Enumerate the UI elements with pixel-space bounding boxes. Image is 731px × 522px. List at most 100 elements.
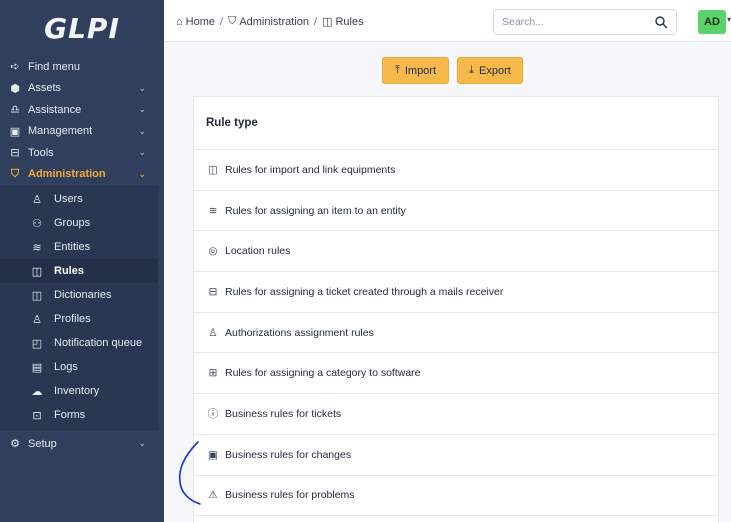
sidebar-item-forms[interactable]: ⊡ Forms [0, 403, 158, 427]
sidebar-item-label: Logs [54, 361, 78, 373]
clipboard-check-icon: ▣ [208, 448, 218, 461]
avatar[interactable]: AD [698, 10, 726, 34]
home-icon: ⌂ [176, 15, 183, 28]
sidebar-item-notification-queue[interactable]: ◰ Notification queue [0, 331, 158, 355]
rule-row-software-category[interactable]: ⊞ Rules for assigning a category to soft… [194, 353, 718, 395]
import-label: Import [404, 64, 437, 77]
rule-label: Authorizations assignment rules [225, 326, 374, 339]
shield-icon: ⛉ [10, 167, 20, 180]
logo-text: GLPI [44, 11, 120, 45]
rule-label: Business rules for problems [225, 489, 355, 502]
shield-icon: ⛉ [228, 15, 237, 27]
map-pin-icon: ◎ [208, 245, 218, 258]
rule-row-business-tickets[interactable]: ⓘ Business rules for tickets [194, 394, 718, 435]
sidebar-item-label: Notification queue [54, 337, 143, 349]
sidebar-item-label: Tools [28, 146, 54, 159]
sidebar-item-profiles[interactable]: ♙ Profiles [0, 307, 158, 331]
user-check-icon: ♙ [32, 313, 42, 326]
sidebar-item-management[interactable]: ▣ Management ⌄ [0, 121, 164, 143]
rule-label: Business rules for tickets [225, 407, 342, 420]
rule-type-card: Rule type ◫ Rules for import and link eq… [193, 96, 719, 522]
book-icon: ◫ [31, 265, 43, 278]
cloud-upload-icon: ☁ [31, 385, 43, 398]
sidebar-item-tools[interactable]: ⊟ Tools ⌄ [0, 142, 164, 164]
import-button[interactable]: ⤒ Import [382, 57, 449, 84]
sidebar-item-inventory[interactable]: ☁ Inventory [0, 379, 158, 403]
breadcrumb: ⌂ Home / ⛉ Administration / ◫ Rules [176, 15, 364, 28]
chevron-down-icon: ⌄ [138, 104, 146, 115]
chevron-down-icon: ⌄ [138, 82, 146, 93]
export-label: Export [479, 64, 511, 77]
rule-row-business-changes[interactable]: ▣ Business rules for changes [194, 435, 718, 476]
download-icon: ⤓ [469, 64, 475, 76]
sidebar-item-label: Groups [54, 217, 91, 229]
chevron-down-icon: ⌄ [138, 125, 146, 136]
sidebar-item-label: Users [54, 193, 83, 205]
forms-icon: ⊡ [32, 409, 42, 422]
inbox-icon: ⊟ [208, 285, 218, 298]
breadcrumb-separator: / [314, 15, 318, 28]
rule-label: Rules for assigning an item to an entity [225, 204, 406, 217]
user-check-icon: ♙ [208, 326, 218, 339]
breadcrumb-rules[interactable]: Rules [335, 16, 363, 28]
sidebar-item-label: Administration [28, 168, 106, 181]
breadcrumb-separator: / [220, 15, 224, 28]
annotation-bracket [178, 441, 201, 505]
search-box [493, 9, 677, 35]
sidebar-item-dictionaries[interactable]: ◫ Dictionaries [0, 283, 158, 307]
briefcase-icon: ⊟ [10, 147, 20, 160]
sidebar-item-logs[interactable]: ▤ Logs [0, 355, 158, 379]
sidebar-item-label: Assistance [28, 103, 82, 116]
sidebar-item-label: Assets [28, 82, 62, 95]
rule-row-import-link-equipments[interactable]: ◫ Rules for import and link equipments [194, 150, 718, 191]
top-bar: ⌂ Home / ⛉ Administration / ◫ Rules AD ▾ [164, 0, 731, 42]
sidebar-item-label: Entities [54, 241, 91, 253]
rule-label: Business rules for changes [225, 448, 352, 461]
sidebar-item-label: Dictionaries [54, 289, 112, 301]
sidebar-item-label: Management [28, 125, 93, 138]
sidebar-item-entities[interactable]: ≋ Entities [0, 235, 158, 259]
rule-row-mails-receiver[interactable]: ⊟ Rules for assigning a ticket created t… [194, 272, 718, 313]
rule-row-authorizations[interactable]: ♙ Authorizations assignment rules [194, 313, 718, 354]
rule-row-business-problems[interactable]: ⚠ Business rules for problems [194, 476, 718, 517]
card-title: Rule type [194, 97, 718, 150]
sidebar-item-label: Forms [54, 409, 86, 421]
sidebar-item-find-menu[interactable]: ➪ Find menu [0, 56, 164, 78]
breadcrumb-administration[interactable]: Administration [239, 16, 309, 28]
chevron-down-icon[interactable]: ▾ [727, 15, 731, 24]
chevron-down-icon: ⌄ [138, 168, 146, 179]
rule-label: Rules for assigning a category to softwa… [225, 367, 421, 380]
rule-label: Rules for assigning a ticket created thr… [225, 285, 504, 298]
sidebar-item-label: Find menu [28, 60, 80, 73]
chevron-down-icon: ⌄ [138, 438, 146, 449]
book-icon: ◫ [322, 16, 333, 28]
sidebar: GLPI ➪ Find menu ⬢ Assets ⌄ ♎ Assistance… [0, 0, 164, 522]
rule-label: Rules for import and link equipments [225, 163, 396, 176]
sidebar-item-rules[interactable]: ◫ Rules [0, 259, 158, 283]
sidebar-item-users[interactable]: ♙ Users [0, 187, 158, 211]
sidebar-item-assistance[interactable]: ♎ Assistance ⌄ [0, 99, 164, 121]
sidebar-item-administration[interactable]: ⛉ Administration ⌄ [0, 164, 164, 186]
search-icon[interactable] [654, 15, 668, 29]
users-icon: ⚇ [32, 217, 42, 230]
book-icon: ◫ [208, 163, 218, 176]
export-button[interactable]: ⤓ Export [457, 57, 523, 84]
layers-icon: ≋ [208, 204, 218, 217]
chevron-down-icon: ⌄ [138, 147, 146, 158]
sidebar-item-label: Setup [28, 437, 57, 450]
sidebar-item-label: Profiles [54, 313, 91, 325]
sidebar-item-label: Inventory [54, 385, 100, 397]
search-input[interactable] [494, 16, 644, 28]
administration-submenu: ♙ Users ⚇ Groups ≋ Entities ◫ Rules ◫ Di… [0, 185, 158, 431]
sidebar-item-groups[interactable]: ⚇ Groups [0, 211, 158, 235]
glpi-logo[interactable]: GLPI [0, 0, 164, 56]
sidebar-item-assets[interactable]: ⬢ Assets ⌄ [0, 78, 164, 100]
breadcrumb-home[interactable]: Home [186, 16, 215, 28]
rule-row-location[interactable]: ◎ Location rules [194, 231, 718, 273]
headset-icon: ♎ [10, 104, 20, 117]
gear-icon: ⚙ [10, 438, 20, 451]
rule-row-assign-item-entity[interactable]: ≋ Rules for assigning an item to an enti… [194, 191, 718, 232]
sidebar-item-label: Rules [54, 265, 84, 277]
arrow-right-icon: ➪ [10, 61, 20, 74]
sidebar-item-setup[interactable]: ⚙ Setup ⌄ [0, 433, 164, 455]
